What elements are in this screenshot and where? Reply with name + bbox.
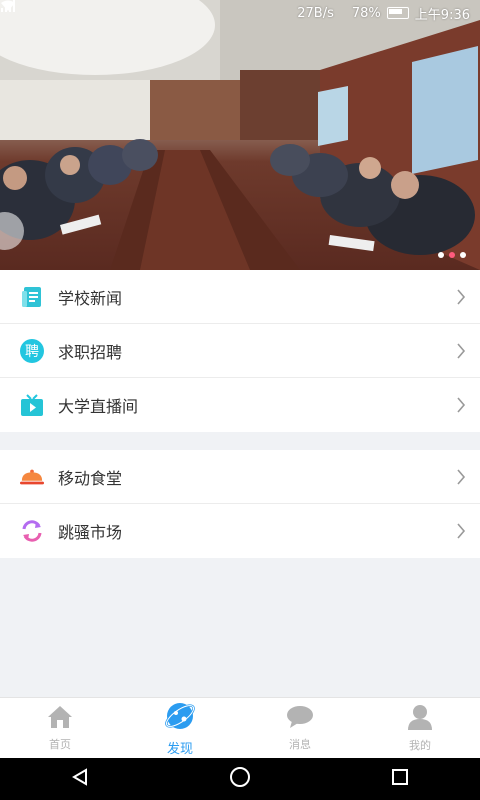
chevron-right-icon — [456, 469, 466, 489]
nav-label: 我的 — [409, 739, 431, 752]
nav-label: 首页 — [49, 738, 71, 751]
pager-dot — [460, 252, 466, 258]
cloche-icon — [20, 465, 44, 489]
news-icon — [20, 285, 44, 309]
menu-item-mobile-canteen[interactable]: 移动食堂 — [0, 450, 480, 504]
recruit-icon-glyph: 聘 — [25, 344, 39, 360]
tv-icon — [20, 393, 44, 417]
nav-tab-profile[interactable]: 我的 — [360, 698, 480, 759]
menu-item-flea-market[interactable]: 跳骚市场 — [0, 504, 480, 558]
menu-group-primary: 学校新闻 聘 求职招聘 大学直播间 — [0, 270, 480, 432]
nav-tab-discover[interactable]: 发现 — [120, 698, 240, 759]
battery-icon — [386, 7, 409, 19]
menu-item-school-news[interactable]: 学校新闻 — [0, 270, 480, 324]
home-icon — [47, 705, 73, 733]
recents-button[interactable] — [370, 758, 430, 800]
nav-label: 发现 — [166, 741, 193, 757]
back-triangle-icon — [71, 768, 89, 790]
menu-item-university-live[interactable]: 大学直播间 — [0, 378, 480, 432]
menu-item-label: 大学直播间 — [58, 397, 139, 416]
menu-item-job-recruitment[interactable]: 聘 求职招聘 — [0, 324, 480, 378]
chevron-right-icon — [456, 397, 466, 417]
banner-image — [0, 0, 480, 270]
nav-tab-messages[interactable]: 消息 — [240, 698, 360, 759]
status-bar: 27B/s 78% 上午9:36 — [0, 0, 480, 26]
menu-item-label: 移动食堂 — [58, 468, 123, 488]
nav-label: 消息 — [289, 738, 311, 751]
recents-square-icon — [391, 768, 409, 790]
exchange-icon — [20, 519, 44, 543]
battery-percent: 78% — [351, 5, 381, 21]
recruit-icon: 聘 — [20, 338, 44, 363]
home-button[interactable] — [210, 758, 270, 800]
chevron-right-icon — [456, 343, 466, 363]
nav-tab-home[interactable]: 首页 — [0, 698, 120, 759]
user-icon — [407, 704, 433, 734]
clock: 上午9:36 — [414, 7, 470, 23]
pager-dot — [438, 252, 444, 258]
network-speed: 27B/s — [297, 5, 334, 21]
system-navigation-bar — [0, 758, 480, 800]
discover-icon — [164, 701, 196, 735]
message-icon — [286, 705, 314, 733]
menu-item-label: 跳骚市场 — [58, 523, 123, 542]
pager-dot-active — [449, 252, 455, 258]
menu-group-secondary: 移动食堂 跳骚市场 — [0, 450, 480, 558]
menu-item-label: 学校新闻 — [58, 288, 123, 308]
menu-item-label: 求职招聘 — [58, 342, 123, 362]
home-circle-icon — [229, 766, 251, 792]
banner-pager — [438, 252, 466, 258]
banner-carousel[interactable]: 27B/s 78% 上午9:36 — [0, 0, 480, 270]
bottom-navigation: 首页 发现 消息 我的 — [0, 697, 480, 759]
chevron-right-icon — [456, 289, 466, 309]
chevron-right-icon — [456, 523, 466, 543]
back-button[interactable] — [50, 758, 110, 800]
